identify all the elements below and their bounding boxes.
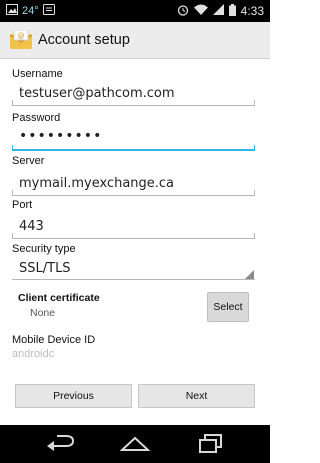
page-title: Account setup bbox=[38, 32, 130, 48]
clock-text: 4:33 bbox=[240, 4, 264, 18]
port-underline bbox=[12, 233, 255, 239]
select-certificate-button[interactable]: Select bbox=[207, 292, 249, 322]
next-button[interactable]: Next bbox=[138, 384, 255, 408]
mobile-device-id-label: Mobile Device ID bbox=[12, 334, 96, 346]
security-type-select[interactable]: SSL/TLS bbox=[19, 261, 71, 276]
recents-icon[interactable] bbox=[198, 434, 224, 459]
wifi-icon bbox=[193, 4, 208, 18]
password-underline bbox=[12, 145, 255, 151]
username-label: Username bbox=[12, 68, 63, 80]
port-label: Port bbox=[12, 199, 33, 211]
home-icon[interactable] bbox=[119, 434, 151, 459]
photo-icon bbox=[6, 4, 18, 18]
server-field[interactable]: mymail.myexchange.ca bbox=[19, 176, 174, 191]
email-app-icon: @ bbox=[10, 29, 32, 51]
port-field[interactable]: 443 bbox=[19, 219, 44, 234]
mobile-device-id-value: androidc bbox=[12, 348, 55, 360]
back-icon[interactable] bbox=[46, 434, 76, 459]
server-label: Server bbox=[12, 155, 45, 167]
client-certificate-label: Client certificate bbox=[18, 292, 100, 304]
svg-text:@: @ bbox=[18, 32, 25, 40]
signal-icon bbox=[212, 4, 224, 18]
client-certificate-value: None bbox=[30, 307, 56, 319]
dropdown-corner-icon[interactable] bbox=[245, 270, 254, 279]
password-label: Password bbox=[12, 112, 61, 124]
status-bar: 24° 4:33 bbox=[0, 0, 270, 22]
username-underline bbox=[12, 100, 255, 106]
navigation-bar bbox=[0, 425, 270, 463]
security-type-label: Security type bbox=[12, 243, 76, 255]
alarm-icon bbox=[177, 4, 189, 19]
server-underline bbox=[12, 190, 255, 196]
notification-icon bbox=[42, 4, 55, 18]
battery-icon bbox=[228, 3, 236, 19]
action-bar: @ Account setup bbox=[0, 22, 270, 59]
username-field[interactable]: testuser@pathcom.com bbox=[19, 86, 175, 101]
password-field[interactable]: ••••••••• bbox=[19, 128, 102, 144]
security-type-underline bbox=[12, 279, 255, 280]
previous-button[interactable]: Previous bbox=[15, 384, 132, 408]
temperature-text: 24° bbox=[22, 5, 39, 17]
